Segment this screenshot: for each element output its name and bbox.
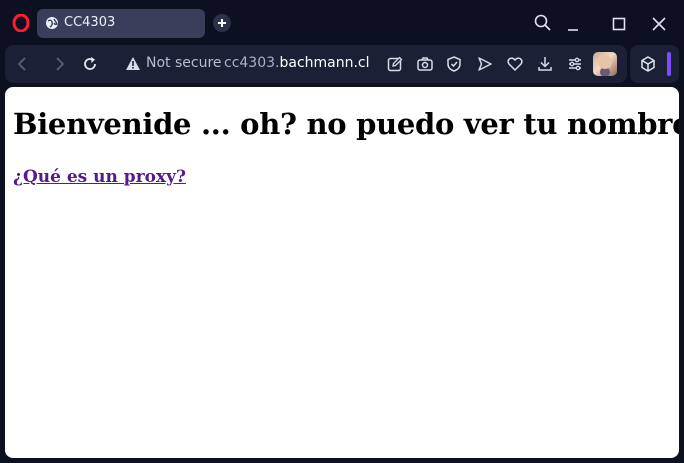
close-icon[interactable] [648,12,670,34]
shield-icon[interactable] [445,55,463,73]
address-toolbar: Not secure cc4303.bachmann.cl [5,45,627,83]
warning-icon [126,57,140,70]
cube-icon[interactable] [639,55,657,73]
sidebar-indicator[interactable] [667,52,671,76]
pencil-icon[interactable] [386,55,404,73]
tab-cc4303[interactable]: CC4303 [37,9,205,38]
profile-avatar[interactable] [593,52,617,76]
maximize-icon[interactable] [608,12,630,34]
download-icon[interactable] [536,55,554,73]
sliders-icon[interactable] [566,55,584,73]
url-subdomain: cc4303. [224,55,280,71]
security-label: Not secure [146,55,222,71]
proxy-link[interactable]: ¿Qué es un proxy? [13,167,186,187]
globe-icon [46,17,58,29]
url-domain: bachmann.cl [279,55,370,71]
search-icon[interactable] [532,12,554,34]
new-tab-button[interactable] [213,14,231,32]
forward-arrow-icon[interactable] [50,55,68,73]
tab-title: CC4303 [64,15,116,30]
reload-icon[interactable] [81,55,99,73]
heart-icon[interactable] [506,55,524,73]
send-icon[interactable] [476,55,494,73]
plus-icon [218,19,226,27]
url-field[interactable]: cc4303.bachmann.cl [224,55,370,71]
back-arrow-icon[interactable] [14,55,32,73]
minimize-icon[interactable] [562,12,584,34]
camera-icon[interactable] [416,55,434,73]
extensions-panel [630,45,679,83]
page-heading: Bienvenide ... oh? no puedo ver tu nombr… [13,107,679,141]
opera-logo[interactable] [12,14,30,32]
title-bar: CC4303 [0,0,684,44]
page-viewport: Bienvenide ... oh? no puedo ver tu nombr… [5,87,679,458]
